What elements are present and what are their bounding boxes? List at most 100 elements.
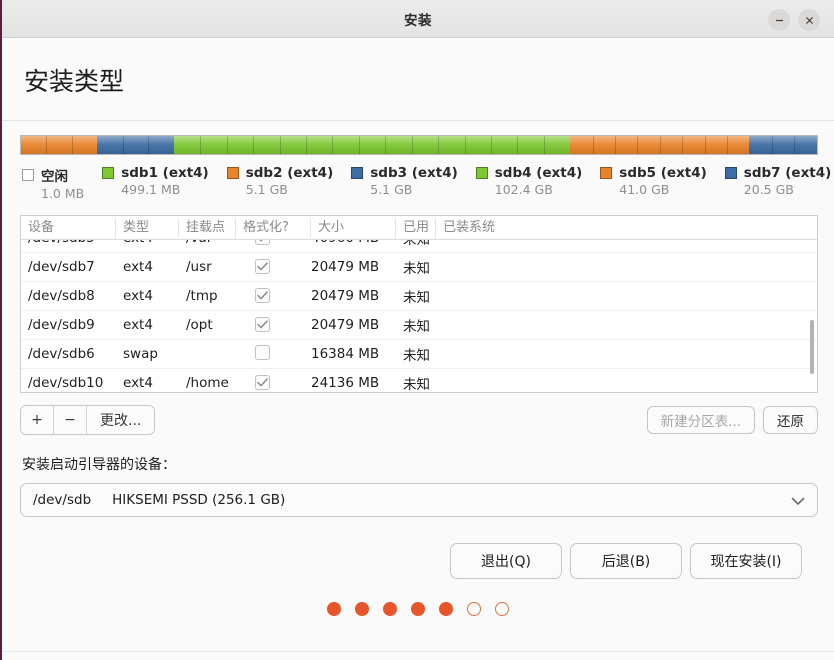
cell-mount: /home xyxy=(186,375,229,391)
segment-tick xyxy=(682,136,684,154)
legend-item: sdb7 (ext4) 20.5 GB xyxy=(724,165,832,201)
installer-window: 安装 安装类型 空闲 1.0 MB sdb1 (ext4) 499.1 MB sdb2 … xyxy=(2,0,834,660)
legend-item-label: sdb2 (ext4) xyxy=(245,165,334,181)
segment-tick xyxy=(614,136,616,154)
column-header-used[interactable]: 已用 xyxy=(396,218,436,237)
cell-device: /dev/sdb7 xyxy=(28,259,95,275)
column-header-format[interactable]: 格式化? xyxy=(236,218,311,237)
segment-tick xyxy=(332,136,334,154)
segment-tick xyxy=(771,136,773,154)
table-row[interactable]: /dev/sdb8 ext4/tmp 20479 MB 未知 xyxy=(21,282,817,311)
table-row[interactable]: /dev/sdb10 ext4/home 24136 MB 未知 xyxy=(21,369,817,392)
table-header-row: 设备 类型 挂载点 格式化? 大小 已用 已装系统 xyxy=(21,216,817,240)
action-buttons: 退出(Q) 后退(B) 现在安装(I) xyxy=(2,543,818,579)
progress-dot xyxy=(355,602,369,616)
cell-type: ext4 xyxy=(123,375,153,391)
cell-format xyxy=(236,317,311,333)
segment-tick xyxy=(637,136,639,154)
segment-tick xyxy=(592,136,594,154)
legend-item-label: sdb7 (ext4) xyxy=(743,165,832,181)
legend-item: 空闲 1.0 MB xyxy=(22,165,84,201)
segment-tick xyxy=(226,136,228,154)
table-row[interactable]: /dev/sdb6 swap 16384 MB 未知 xyxy=(21,340,817,369)
cell-mount: /opt xyxy=(186,317,213,333)
cell-size: 20479 MB xyxy=(311,259,380,275)
minimize-icon xyxy=(774,15,785,26)
cell-format xyxy=(236,259,311,275)
partition-segment-sdb7[interactable] xyxy=(749,136,817,154)
segment-tick xyxy=(464,136,466,154)
cell-mount: /tmp xyxy=(186,288,218,304)
cell-type: swap xyxy=(123,346,158,362)
progress-dot xyxy=(439,602,453,616)
segment-tick xyxy=(659,136,661,154)
table-row[interactable]: /dev/sdb5ext4/var 40960 MB 未知 xyxy=(21,240,817,253)
column-header-device[interactable]: 设备 xyxy=(21,218,116,237)
close-button[interactable] xyxy=(798,9,820,31)
format-checkbox-checked[interactable] xyxy=(255,259,270,274)
cell-used: 未知 xyxy=(403,261,430,277)
partition-bar[interactable] xyxy=(20,135,818,155)
cell-used: 未知 xyxy=(403,240,430,248)
legend-item-size: 1.0 MB xyxy=(41,186,85,201)
partition-segment-sdb2[interactable] xyxy=(21,136,98,154)
page-title: 安装类型 xyxy=(2,38,834,120)
quit-button[interactable]: 退出(Q) xyxy=(450,543,562,579)
back-button[interactable]: 后退(B) xyxy=(570,543,682,579)
remove-partition-button[interactable]: − xyxy=(54,406,87,434)
cell-device: /dev/sdb6 xyxy=(28,346,95,362)
segment-tick xyxy=(385,136,387,154)
legend-color-swatch xyxy=(102,167,115,179)
legend-item-label: sdb4 (ext4) xyxy=(494,165,583,181)
bootloader-device-select[interactable]: /dev/sdb HIKSEMI PSSD (256.1 GB) xyxy=(20,483,818,517)
revert-button[interactable]: 还原 xyxy=(763,406,818,434)
format-checkbox-unchecked[interactable] xyxy=(255,344,270,360)
add-partition-button[interactable]: + xyxy=(21,406,54,434)
legend-color-swatch xyxy=(22,169,34,181)
cell-type: ext4 xyxy=(123,317,153,333)
segment-tick xyxy=(517,136,519,154)
new-partition-table-button[interactable]: 新建分区表... xyxy=(646,406,755,434)
legend-item-header: sdb1 (ext4) xyxy=(102,165,209,181)
cell-mount: /usr xyxy=(186,259,212,275)
partition-segment-sdb5[interactable] xyxy=(570,136,750,154)
table-row[interactable]: /dev/sdb9 ext4/opt 20479 MB 未知 xyxy=(21,311,817,340)
column-header-system[interactable]: 已装系统 xyxy=(436,219,556,237)
cell-format xyxy=(236,344,311,364)
cell-used: 未知 xyxy=(403,377,430,392)
cell-size: 24136 MB xyxy=(311,375,380,391)
segment-tick xyxy=(704,136,706,154)
cell-format xyxy=(236,240,311,246)
legend-item-label: sdb1 (ext4) xyxy=(121,165,209,181)
format-checkbox-checked[interactable] xyxy=(255,375,270,390)
legend-item-size: 41.0 GB xyxy=(619,182,670,197)
legend-color-swatch xyxy=(600,167,613,179)
legend-item: sdb3 (ext4) 5.1 GB xyxy=(351,165,458,201)
table-scrollbar[interactable] xyxy=(810,320,814,374)
legend-item-size: 5.1 GB xyxy=(370,182,413,197)
partition-segment-sdb4[interactable] xyxy=(173,136,571,154)
format-checkbox-checked[interactable] xyxy=(255,240,270,245)
table-row[interactable]: /dev/sdb7 ext4/usr 20479 MB 未知 xyxy=(21,253,817,282)
format-checkbox-checked[interactable] xyxy=(255,317,270,332)
legend-item-header: sdb3 (ext4) xyxy=(351,165,458,181)
segment-tick xyxy=(794,136,796,154)
partition-segment-sdb3[interactable] xyxy=(97,136,175,154)
legend-item-header: sdb4 (ext4) xyxy=(475,165,583,181)
progress-dot xyxy=(495,602,509,616)
cell-format xyxy=(236,288,311,304)
legend-color-swatch xyxy=(351,167,364,179)
window-title: 安装 xyxy=(404,12,432,29)
legend-item: sdb2 (ext4) 5.1 GB xyxy=(226,165,334,201)
column-header-type[interactable]: 类型 xyxy=(116,218,179,237)
column-header-mount[interactable]: 挂载点 xyxy=(179,218,236,237)
progress-dot xyxy=(383,602,397,616)
change-partition-button[interactable]: 更改... xyxy=(87,406,155,434)
install-now-button[interactable]: 现在安装(I) xyxy=(690,543,802,579)
minimize-button[interactable] xyxy=(768,9,790,31)
cell-device: /dev/sdb5 xyxy=(21,240,116,246)
partition-table[interactable]: 设备类型挂载点格式化?大小已用已装系统 /dev/sdb5ext4/var409… xyxy=(20,215,818,393)
format-checkbox-checked[interactable] xyxy=(255,288,270,303)
progress-dots xyxy=(2,602,834,616)
column-header-size[interactable]: 大小 xyxy=(311,218,396,237)
